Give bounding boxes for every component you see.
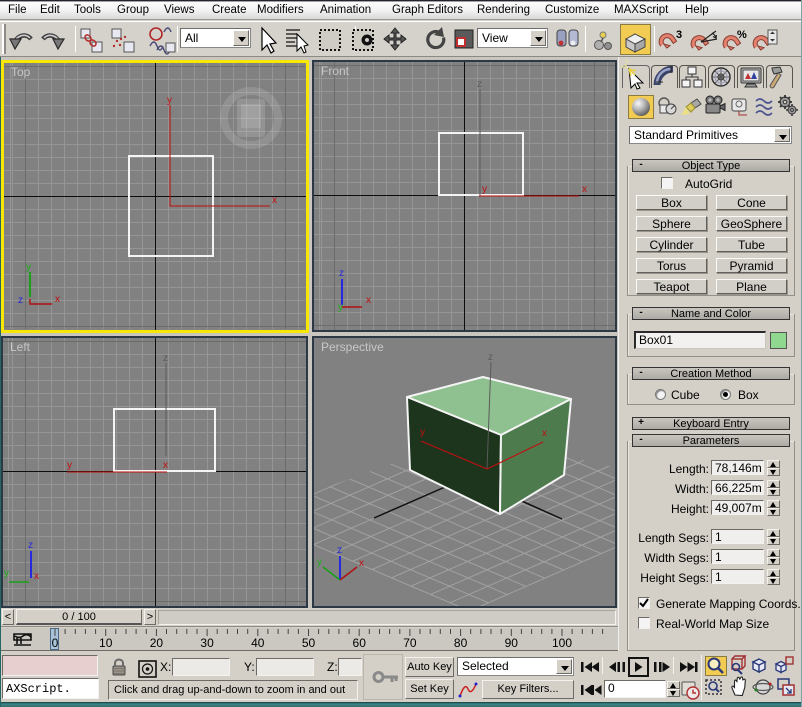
svg-text:60: 60 bbox=[353, 636, 367, 650]
svg-text:80: 80 bbox=[454, 636, 468, 650]
svg-text:y: y bbox=[317, 557, 322, 568]
svg-text:y: y bbox=[67, 460, 72, 471]
svg-text:30: 30 bbox=[200, 636, 214, 650]
svg-text:z: z bbox=[18, 295, 23, 306]
svg-text:z: z bbox=[28, 540, 33, 551]
svg-text:40: 40 bbox=[251, 636, 265, 650]
svg-text:x: x bbox=[359, 558, 364, 569]
svg-text:50: 50 bbox=[302, 636, 316, 650]
svg-text:y: y bbox=[420, 427, 425, 438]
svg-text:70: 70 bbox=[403, 636, 417, 650]
svg-text:x: x bbox=[582, 184, 587, 195]
svg-text:y: y bbox=[26, 262, 31, 273]
svg-text:y: y bbox=[167, 95, 172, 106]
svg-text:z: z bbox=[477, 79, 482, 90]
svg-text:100: 100 bbox=[552, 636, 572, 650]
svg-text:y: y bbox=[482, 184, 487, 195]
svg-text:x: x bbox=[34, 571, 39, 582]
svg-text:x: x bbox=[366, 295, 371, 306]
svg-text:3: 3 bbox=[676, 29, 682, 41]
svg-text:20: 20 bbox=[150, 636, 164, 650]
svg-text:z: z bbox=[163, 353, 168, 364]
svg-text:10: 10 bbox=[99, 636, 113, 650]
svg-text:0: 0 bbox=[52, 636, 59, 650]
svg-text:z: z bbox=[337, 545, 342, 556]
svg-text:x: x bbox=[55, 294, 60, 305]
svg-text:%: % bbox=[737, 29, 747, 41]
svg-text:z: z bbox=[488, 352, 493, 363]
svg-text:x: x bbox=[163, 460, 168, 471]
svg-text:x: x bbox=[272, 195, 277, 206]
svg-text:x: x bbox=[542, 428, 547, 439]
svg-text:y: y bbox=[4, 568, 9, 579]
svg-text:y: y bbox=[338, 302, 343, 313]
svg-text:90: 90 bbox=[505, 636, 519, 650]
svg-text:z: z bbox=[339, 268, 344, 279]
